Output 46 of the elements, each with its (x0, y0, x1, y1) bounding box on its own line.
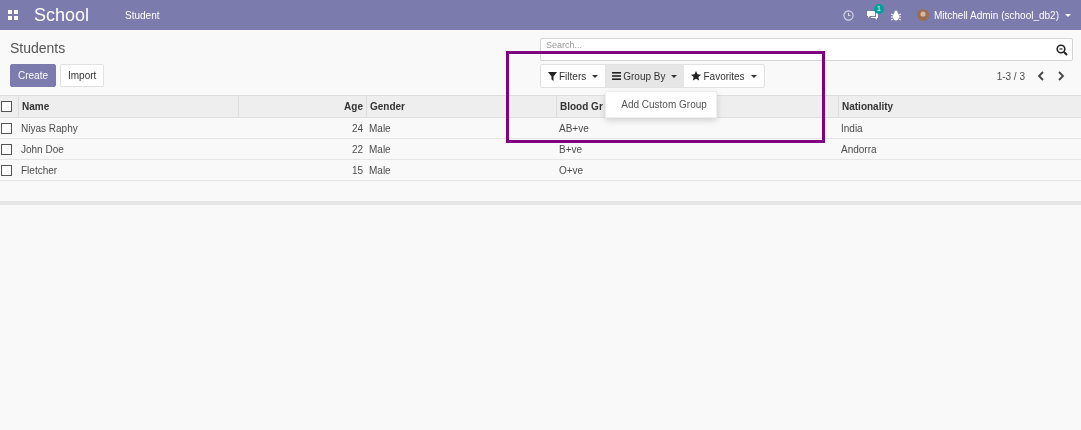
app-name[interactable]: School (34, 4, 90, 26)
user-menu[interactable]: Mitchell Admin (school_db2) (933, 9, 1059, 21)
search-field[interactable]: Search... (540, 38, 1073, 61)
create-button[interactable]: Create (10, 64, 56, 87)
chat-icon[interactable] (865, 9, 879, 21)
table-cell: 22 (351, 143, 363, 155)
search-option-button[interactable]: Filters (541, 65, 606, 87)
filter-icon (548, 71, 557, 81)
menu-link[interactable]: Student (125, 9, 160, 21)
row-checkbox[interactable] (1, 143, 12, 155)
apps-menu-icon[interactable] (8, 10, 18, 20)
star-icon (691, 71, 702, 81)
table-cell: 15 (351, 164, 363, 176)
next-icon[interactable] (1057, 71, 1065, 81)
column-header[interactable]: Gender (370, 101, 405, 112)
table-cell: India (841, 122, 863, 134)
import-button[interactable]: Import (60, 64, 105, 87)
previous-icon[interactable] (1037, 71, 1045, 81)
bug-icon[interactable] (890, 9, 901, 21)
table-cell: Andorra (841, 143, 877, 155)
table-cell: O+ve (559, 164, 584, 176)
column-header[interactable]: Name (22, 101, 50, 112)
page-title: Students (10, 40, 67, 56)
table-cell: AB+ve (559, 122, 589, 134)
search-option-button[interactable]: Favorites (684, 65, 764, 87)
table-cell: 24 (351, 122, 363, 134)
table-cell: Male (369, 143, 391, 155)
caret-icon[interactable] (1065, 13, 1071, 17)
dropdown-item[interactable]: Add Custom Group (606, 97, 717, 112)
table-cell: B+ve (559, 143, 583, 155)
row-checkbox[interactable] (1, 164, 12, 176)
table-cell: Niyas Raphy (21, 122, 78, 134)
select-all-checkbox[interactable] (1, 101, 12, 112)
table-cell: John Doe (21, 143, 64, 155)
pager-value: 1-3 / 3 (996, 70, 1025, 82)
search-icon[interactable] (1056, 44, 1068, 56)
clock-icon[interactable] (842, 9, 854, 21)
column-header[interactable]: Nationality (842, 101, 894, 112)
list-icon (612, 72, 622, 80)
column-header[interactable]: Age (344, 101, 363, 112)
table-cell: Male (369, 122, 391, 134)
table-cell: Fletcher (21, 164, 58, 176)
row-checkbox[interactable] (1, 122, 12, 134)
search-option-button[interactable]: Group By (605, 65, 685, 87)
column-header[interactable]: Blood Gr (560, 101, 603, 112)
table-cell: Male (369, 164, 391, 176)
